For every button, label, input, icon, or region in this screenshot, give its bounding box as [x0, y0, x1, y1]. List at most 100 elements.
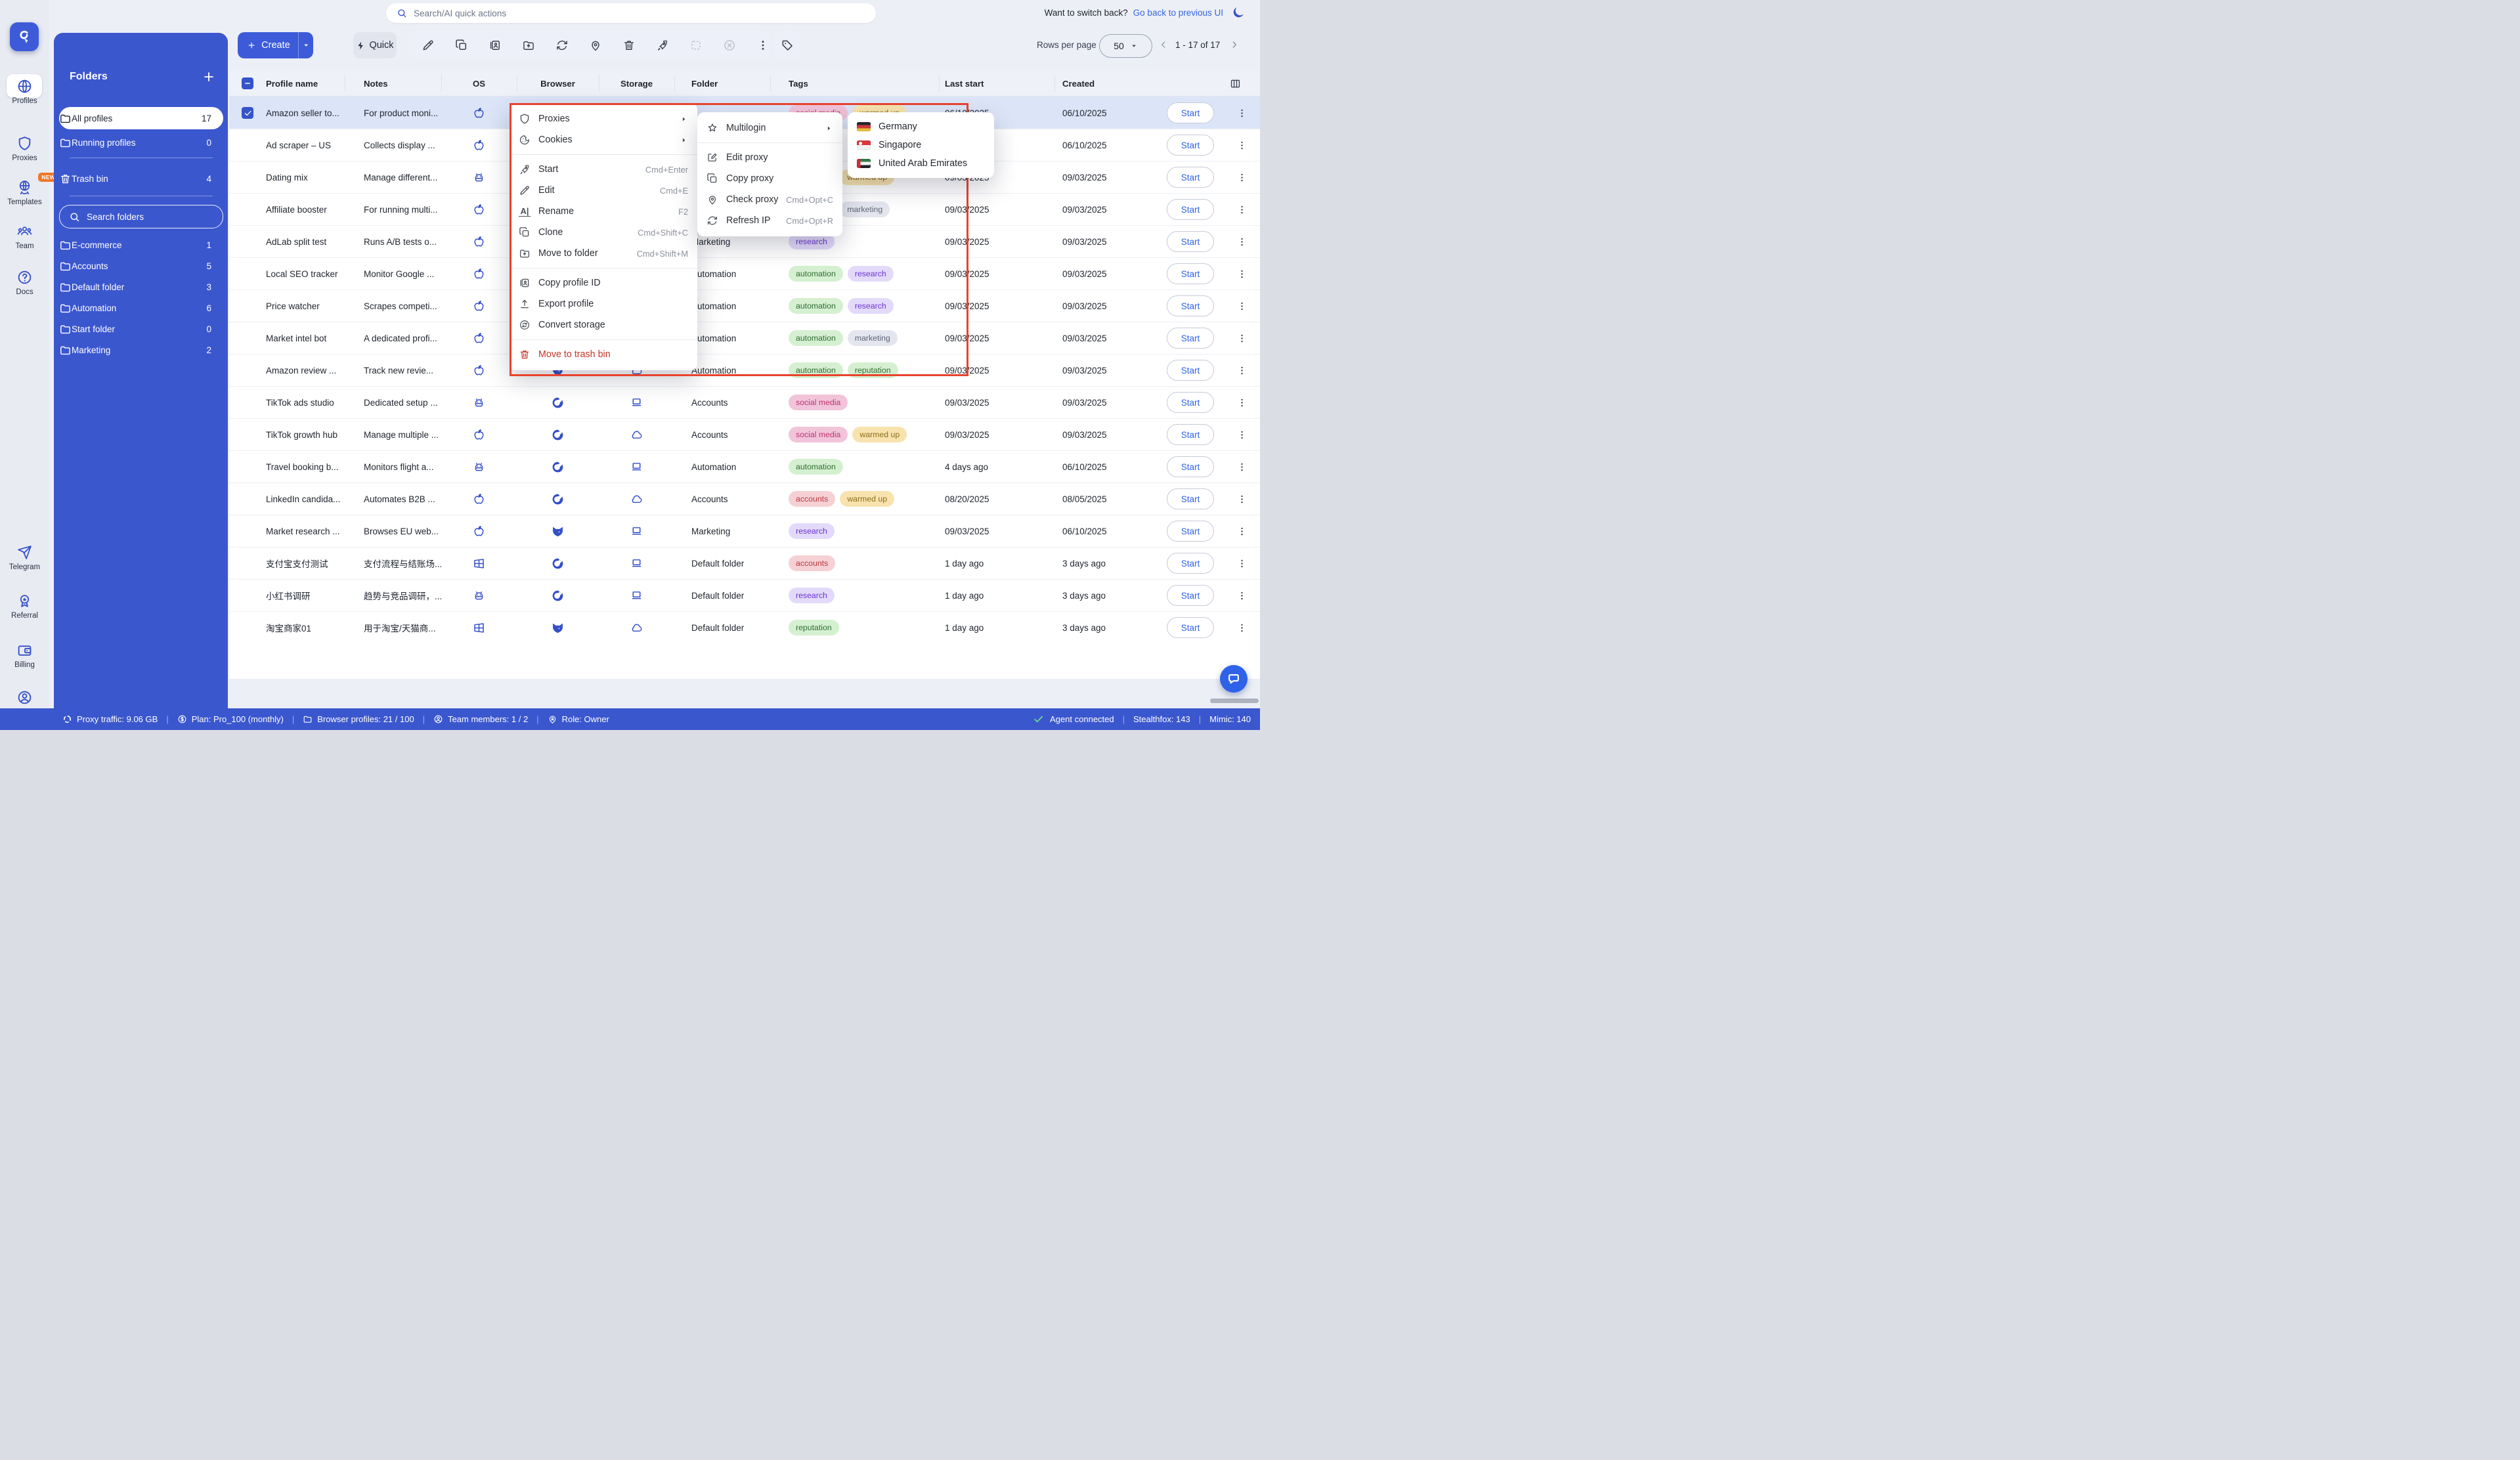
start-profile-button[interactable]: Start — [1167, 521, 1214, 542]
dots-toolbar-icon[interactable] — [756, 39, 770, 52]
profile-name-cell[interactable]: Affiliate booster — [266, 194, 345, 225]
create-dropdown-caret-icon[interactable] — [302, 41, 310, 50]
create-profile-button[interactable]: Create — [238, 32, 313, 58]
row-kebab-menu-icon[interactable] — [1236, 462, 1248, 473]
column-header-last-start[interactable]: Last start — [939, 71, 1054, 96]
country-menu-item-de[interactable]: Germany — [848, 118, 994, 136]
table-row[interactable]: 小红书调研趋势与竞品调研，...Default folderresearch1 … — [229, 579, 1260, 611]
refresh-toolbar-icon[interactable] — [555, 39, 569, 52]
row-kebab-menu-icon[interactable] — [1236, 204, 1248, 215]
global-search-input[interactable]: Search/AI quick actions — [386, 3, 876, 23]
start-profile-button[interactable]: Start — [1167, 553, 1214, 574]
start-profile-button[interactable]: Start — [1167, 263, 1214, 284]
profile-name-cell[interactable]: Market intel bot — [266, 322, 345, 354]
sidebar-item-referral[interactable]: Referral — [0, 592, 49, 620]
support-chat-button[interactable] — [1220, 665, 1248, 693]
folder-item[interactable]: E-commerce1 — [59, 234, 223, 256]
sidebar-item-docs[interactable]: Docs — [0, 268, 49, 296]
row-kebab-menu-icon[interactable] — [1236, 622, 1248, 633]
sidebar-item-billing[interactable]: Billing — [0, 641, 49, 669]
sidebar-item-templates[interactable]: NEWTemplates — [0, 179, 49, 206]
tag-pill[interactable]: warmed up — [840, 491, 894, 507]
row-kebab-menu-icon[interactable] — [1236, 365, 1248, 376]
table-row[interactable]: LinkedIn candida...Automates B2B ...Acco… — [229, 483, 1260, 515]
profile-name-cell[interactable]: Price watcher — [266, 290, 345, 322]
start-profile-button[interactable]: Start — [1167, 424, 1214, 445]
column-header-storage[interactable]: Storage — [599, 71, 674, 96]
profile-name-cell[interactable]: Travel booking b... — [266, 451, 345, 483]
start-profile-button[interactable]: Start — [1167, 328, 1214, 349]
profile-name-cell[interactable]: Local SEO tracker — [266, 258, 345, 290]
column-header-profile-name[interactable]: Profile name — [266, 71, 345, 96]
folder-item-running-profiles[interactable]: Running profiles0 — [59, 131, 223, 154]
start-profile-button[interactable]: Start — [1167, 585, 1214, 606]
tag-pill[interactable]: social media — [789, 395, 848, 410]
start-profile-button[interactable]: Start — [1167, 231, 1214, 252]
search-folders-input[interactable]: Search folders — [59, 205, 223, 228]
sidebar-item-proxies[interactable]: Proxies — [0, 135, 49, 162]
folder-item[interactable]: Automation6 — [59, 297, 223, 319]
horizontal-scrollbar[interactable] — [1210, 698, 1259, 703]
table-row[interactable]: 支付宝支付测试支付流程与结账场...Default folderaccounts… — [229, 547, 1260, 579]
profile-name-cell[interactable]: Amazon review ... — [266, 354, 345, 386]
start-profile-button[interactable]: Start — [1167, 167, 1214, 188]
start-profile-button[interactable]: Start — [1167, 199, 1214, 220]
row-kebab-menu-icon[interactable] — [1236, 301, 1248, 312]
row-kebab-menu-icon[interactable] — [1236, 333, 1248, 344]
tag-pill[interactable]: social media — [789, 427, 848, 442]
theme-toggle-moon-icon[interactable] — [1231, 5, 1246, 20]
profile-name-cell[interactable]: Market research ... — [266, 515, 345, 547]
table-row[interactable]: TikTok growth hubManage multiple ...Acco… — [229, 418, 1260, 450]
pin-toolbar-icon[interactable] — [589, 39, 602, 52]
row-kebab-menu-icon[interactable] — [1236, 397, 1248, 408]
tag-pill[interactable]: warmed up — [852, 427, 907, 442]
start-profile-button[interactable]: Start — [1167, 392, 1214, 413]
start-profile-button[interactable]: Start — [1167, 102, 1214, 123]
quick-profile-button[interactable]: Quick — [353, 32, 397, 58]
row-kebab-menu-icon[interactable] — [1236, 590, 1248, 601]
tag-pill[interactable]: automation — [789, 459, 843, 475]
folder-item[interactable]: Default folder3 — [59, 276, 223, 298]
start-profile-button[interactable]: Start — [1167, 360, 1214, 381]
tag-pill[interactable]: research — [789, 588, 835, 603]
row-kebab-menu-icon[interactable] — [1236, 429, 1248, 440]
row-kebab-menu-icon[interactable] — [1236, 172, 1248, 183]
table-row[interactable]: Travel booking b...Monitors flight a...A… — [229, 450, 1260, 483]
profile-name-cell[interactable]: 淘宝商家01 — [266, 612, 345, 643]
folderup-toolbar-icon[interactable] — [522, 39, 535, 52]
profile-name-cell[interactable]: TikTok growth hub — [266, 419, 345, 450]
sidebar-item-team[interactable]: Team — [0, 223, 49, 250]
tag-pill[interactable]: accounts — [789, 491, 835, 507]
row-kebab-menu-icon[interactable] — [1236, 526, 1248, 537]
sidebar-item-telegram[interactable]: Telegram — [0, 544, 49, 571]
select-all-checkbox[interactable] — [242, 77, 253, 89]
profile-name-cell[interactable]: LinkedIn candida... — [266, 483, 345, 515]
column-header-notes[interactable]: Notes — [345, 71, 441, 96]
row-kebab-menu-icon[interactable] — [1236, 108, 1248, 119]
row-kebab-menu-icon[interactable] — [1236, 140, 1248, 151]
tag-pill[interactable]: accounts — [789, 555, 835, 571]
trash-toolbar-icon[interactable] — [622, 39, 636, 52]
sidebar-item-profiles[interactable]: Profiles — [0, 77, 49, 105]
profile-name-cell[interactable]: 支付宝支付测试 — [266, 548, 345, 579]
row-checkbox[interactable] — [242, 107, 253, 119]
tag-pill[interactable]: research — [789, 523, 835, 539]
profile-name-cell[interactable]: TikTok ads studio — [266, 387, 345, 418]
rows-per-page-select[interactable]: 50 — [1099, 34, 1152, 58]
folder-item[interactable]: Start folder0 — [59, 318, 223, 340]
column-header-tags[interactable]: Tags — [770, 71, 939, 96]
column-header-created[interactable]: Created — [1054, 71, 1156, 96]
go-back-previous-ui-link[interactable]: Go back to previous UI — [1133, 8, 1223, 18]
start-profile-button[interactable]: Start — [1167, 488, 1214, 509]
profile-name-cell[interactable]: Ad scraper – US — [266, 129, 345, 161]
tag-pill[interactable]: reputation — [789, 620, 839, 635]
folder-item[interactable]: Marketing2 — [59, 339, 223, 361]
start-profile-button[interactable]: Start — [1167, 295, 1214, 316]
profile-name-cell[interactable]: 小红书调研 — [266, 580, 345, 611]
pagination-prev-icon[interactable] — [1158, 39, 1169, 50]
pencil-toolbar-icon[interactable] — [422, 39, 435, 52]
app-logo[interactable] — [10, 22, 39, 51]
column-header-folder[interactable]: Folder — [674, 71, 770, 96]
profile-name-cell[interactable]: Amazon seller to... — [266, 97, 345, 129]
start-profile-button[interactable]: Start — [1167, 135, 1214, 156]
